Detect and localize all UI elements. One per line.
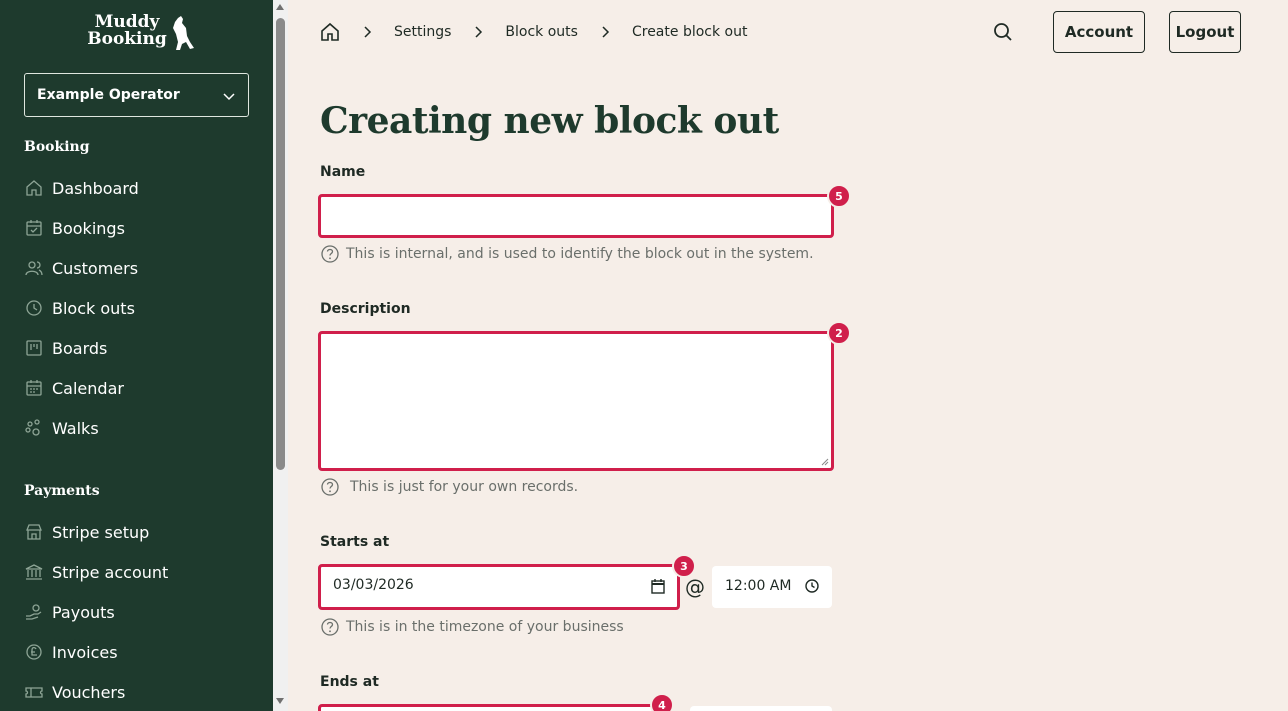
breadcrumb-block-outs[interactable]: Block outs bbox=[505, 24, 578, 40]
calendar-icon bbox=[24, 378, 44, 398]
sidebar-item-dashboard[interactable]: Dashboard bbox=[24, 176, 139, 200]
sidebar-item-label: Stripe account bbox=[52, 562, 169, 582]
starts-at-time-input[interactable]: 12:00 AM bbox=[712, 566, 832, 608]
board-icon bbox=[24, 338, 44, 358]
error-count-badge: 5 bbox=[827, 184, 851, 208]
sidebar-item-boards[interactable]: Boards bbox=[24, 336, 107, 360]
question-circle-icon bbox=[321, 478, 339, 496]
error-count-badge: 2 bbox=[827, 321, 851, 345]
chevron-down-icon bbox=[223, 93, 235, 101]
muddy-booking-logo[interactable]: Muddy Booking bbox=[80, 14, 196, 54]
breadcrumb: Settings Block outs Create block out bbox=[320, 20, 747, 44]
chevron-right-icon bbox=[600, 26, 610, 38]
sidebar-item-label: Calendar bbox=[52, 378, 124, 398]
sidebar-item-vouchers[interactable]: Vouchers bbox=[24, 680, 125, 704]
home-icon bbox=[24, 178, 44, 198]
sidebar-item-label: Customers bbox=[52, 258, 139, 278]
ends-at-time-input[interactable] bbox=[690, 706, 832, 711]
starts-at-help-text: This is in the timezone of your business bbox=[346, 619, 624, 635]
paw-icon bbox=[24, 418, 44, 438]
starts-at-time-value: 12:00 AM bbox=[725, 578, 792, 594]
name-label: Name bbox=[320, 164, 366, 180]
sidebar-item-customers[interactable]: Customers bbox=[24, 256, 138, 280]
breadcrumb-current: Create block out bbox=[631, 24, 748, 40]
description-textarea[interactable] bbox=[318, 331, 834, 471]
sidebar: Muddy Booking Example Operator Booking D… bbox=[0, 0, 273, 711]
question-circle-icon bbox=[321, 245, 339, 263]
sidebar-item-label: Payouts bbox=[52, 602, 115, 622]
breadcrumb-home[interactable] bbox=[320, 22, 340, 42]
bank-icon bbox=[24, 562, 44, 582]
at-separator: @ bbox=[685, 575, 705, 599]
sidebar-item-label: Block outs bbox=[52, 298, 135, 318]
breadcrumb-settings[interactable]: Settings bbox=[394, 24, 451, 40]
search-button[interactable] bbox=[992, 21, 1014, 43]
search-icon bbox=[994, 23, 1012, 41]
section-title-booking: Booking bbox=[24, 139, 90, 155]
ends-at-date-input[interactable] bbox=[318, 704, 658, 711]
sidebar-item-stripe-account[interactable]: Stripe account bbox=[24, 560, 168, 584]
sidebar-item-block-outs[interactable]: Block outs bbox=[24, 296, 135, 320]
ticket-icon bbox=[24, 682, 44, 702]
starts-at-date-value: 03/03/2026 bbox=[333, 577, 414, 593]
starts-at-label: Starts at bbox=[320, 534, 390, 550]
logout-button[interactable]: Logout bbox=[1169, 11, 1241, 53]
logo-line2: Booking bbox=[87, 29, 167, 49]
sidebar-item-bookings[interactable]: Bookings bbox=[24, 216, 125, 240]
sidebar-item-label: Boards bbox=[52, 338, 108, 358]
calendar-icon[interactable] bbox=[651, 579, 665, 594]
operator-select-value: Example Operator bbox=[37, 87, 180, 103]
sidebar-item-calendar[interactable]: Calendar bbox=[24, 376, 124, 400]
clock-icon[interactable] bbox=[805, 579, 819, 593]
scroll-up-arrow[interactable] bbox=[276, 4, 284, 10]
users-icon bbox=[24, 258, 44, 278]
sidebar-item-label: Stripe setup bbox=[52, 522, 150, 542]
sidebar-item-label: Invoices bbox=[52, 642, 118, 662]
name-help: This is internal, and is used to identif… bbox=[320, 244, 814, 264]
sidebar-item-walks[interactable]: Walks bbox=[24, 416, 99, 440]
sidebar-item-label: Walks bbox=[52, 418, 99, 438]
page-title: Creating new block out bbox=[320, 100, 779, 142]
description-label: Description bbox=[320, 301, 411, 317]
dog-icon bbox=[173, 16, 194, 50]
question-circle-icon bbox=[321, 618, 339, 636]
calendar-check-icon bbox=[24, 218, 44, 238]
sidebar-item-label: Vouchers bbox=[52, 682, 126, 702]
account-button[interactable]: Account bbox=[1053, 11, 1145, 53]
sidebar-item-label: Bookings bbox=[52, 218, 125, 238]
name-help-text: This is internal, and is used to identif… bbox=[346, 246, 814, 262]
sidebar-item-invoices[interactable]: Invoices bbox=[24, 640, 118, 664]
sidebar-item-stripe-setup[interactable]: Stripe setup bbox=[24, 520, 149, 544]
store-icon bbox=[24, 522, 44, 542]
scroll-thumb[interactable] bbox=[276, 18, 285, 470]
operator-select[interactable]: Example Operator bbox=[24, 73, 249, 117]
section-title-payments: Payments bbox=[24, 483, 100, 499]
pound-icon bbox=[24, 642, 44, 662]
resize-handle-icon[interactable] bbox=[821, 458, 829, 466]
starts-at-date-input[interactable]: 03/03/2026 bbox=[318, 564, 680, 610]
clock-icon bbox=[24, 298, 44, 318]
sidebar-scrollbar[interactable] bbox=[273, 0, 288, 711]
sidebar-item-payouts[interactable]: Payouts bbox=[24, 600, 115, 624]
sidebar-item-label: Dashboard bbox=[52, 178, 139, 198]
description-help: This is just for your own records. bbox=[320, 477, 578, 497]
description-help-text: This is just for your own records. bbox=[350, 479, 579, 495]
starts-at-help: This is in the timezone of your business bbox=[320, 617, 624, 637]
chevron-right-icon bbox=[473, 26, 483, 38]
error-count-badge: 4 bbox=[650, 693, 674, 711]
chevron-right-icon bbox=[362, 26, 372, 38]
scroll-down-arrow[interactable] bbox=[276, 698, 284, 704]
name-input[interactable] bbox=[318, 194, 834, 238]
ends-at-label: Ends at bbox=[320, 674, 379, 690]
home-icon bbox=[321, 22, 339, 41]
payout-icon bbox=[24, 602, 44, 622]
